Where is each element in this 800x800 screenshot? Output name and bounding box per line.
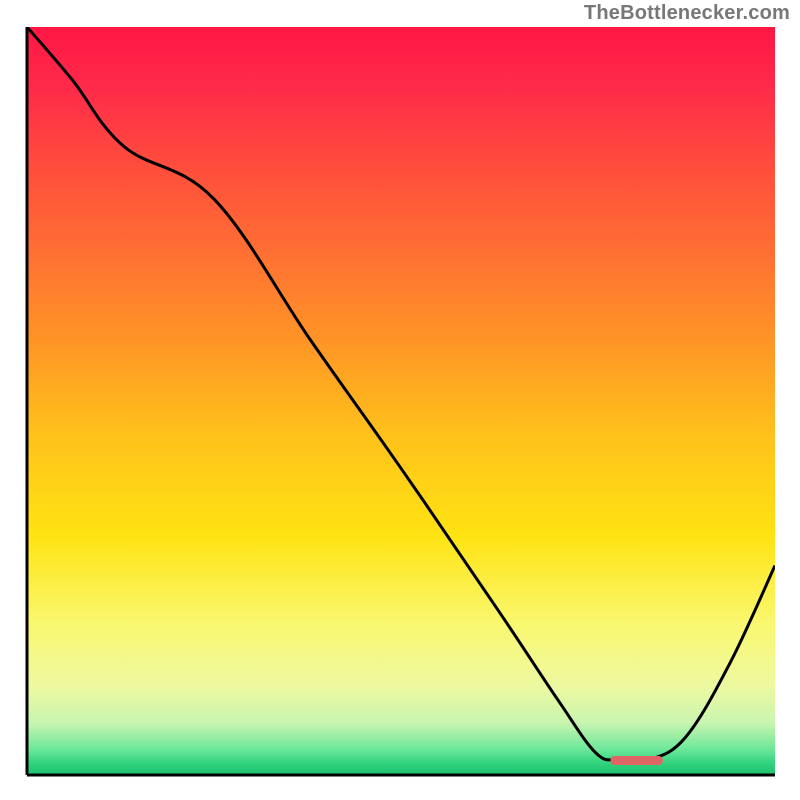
- chart-svg: [0, 0, 800, 800]
- watermark-label: TheBottlenecker.com: [584, 2, 790, 25]
- bottleneck-chart: TheBottlenecker.com: [0, 0, 800, 800]
- gradient-background: [27, 27, 775, 775]
- optimal-range-marker: [610, 756, 662, 765]
